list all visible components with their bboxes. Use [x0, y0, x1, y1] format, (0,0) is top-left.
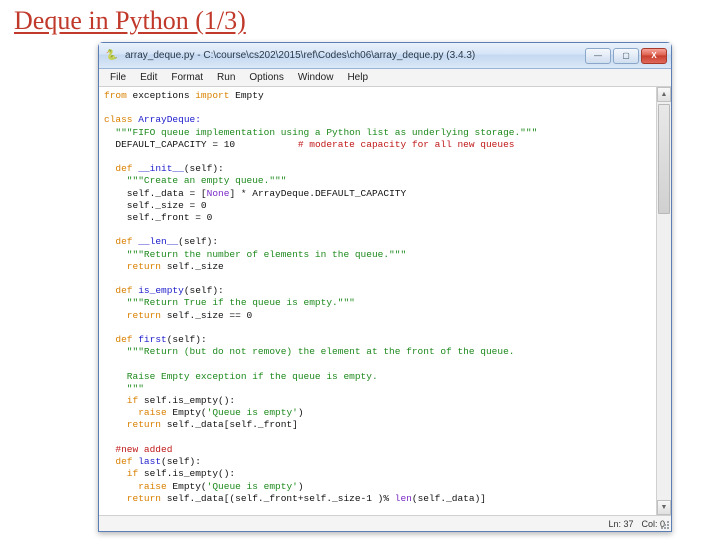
python-idle-icon: 🐍 — [105, 49, 119, 63]
code-token: """Return (but do not remove) the elemen… — [104, 346, 514, 357]
minimize-button[interactable]: — — [585, 48, 611, 64]
code-token: if — [104, 468, 138, 479]
idle-window: 🐍 array_deque.py - C:\course\cs202\2015\… — [98, 42, 672, 532]
menu-bar: File Edit Format Run Options Window Help — [99, 69, 671, 87]
title-bar[interactable]: 🐍 array_deque.py - C:\course\cs202\2015\… — [99, 43, 671, 69]
menu-window[interactable]: Window — [291, 72, 341, 83]
code-token: self._data[(self._front+self._size-1 )% — [161, 493, 395, 504]
code-token: """ — [104, 383, 144, 394]
code-token: self.is_empty(): — [138, 395, 235, 406]
resize-grip-icon[interactable] — [659, 519, 669, 529]
code-token: # moderate capacity for all new queues — [298, 139, 515, 150]
menu-format[interactable]: Format — [164, 72, 210, 83]
code-token: is_empty — [133, 285, 184, 296]
code-token: ) — [298, 407, 304, 418]
code-token: def — [104, 163, 133, 174]
code-token: first — [133, 334, 167, 345]
code-token: (self._data)] — [412, 493, 486, 504]
code-token: ) — [298, 481, 304, 492]
code-text-area[interactable]: from exceptions import Empty class Array… — [99, 87, 656, 515]
code-token: self._data = [ — [104, 188, 207, 199]
code-token: if — [104, 395, 138, 406]
code-token: Empty( — [167, 407, 207, 418]
code-token: """Return the number of elements in the … — [104, 249, 406, 260]
vertical-scrollbar[interactable]: ▲ ▼ — [656, 87, 671, 515]
code-token: __len__ — [133, 236, 179, 247]
code-token: self._size — [161, 261, 224, 272]
slide-title: Deque in Python (1/3) — [0, 0, 720, 36]
code-token: """Return True if the queue is empty.""" — [104, 297, 355, 308]
scroll-up-button[interactable]: ▲ — [657, 87, 671, 102]
code-token: self.is_empty(): — [138, 468, 235, 479]
code-token: self._size = 0 — [104, 200, 207, 211]
close-button[interactable]: X — [641, 48, 667, 64]
code-token: (self): — [184, 285, 224, 296]
maximize-button[interactable]: ▢ — [613, 48, 639, 64]
code-token: raise — [104, 407, 167, 418]
editor-area: from exceptions import Empty class Array… — [99, 87, 671, 515]
code-token: self._front = 0 — [104, 212, 212, 223]
code-token: (self): — [184, 163, 224, 174]
scroll-down-button[interactable]: ▼ — [657, 500, 671, 515]
code-token: 'Queue is empty' — [207, 407, 298, 418]
code-token: ArrayDeque: — [133, 114, 201, 125]
code-token: self._data[self._front] — [161, 419, 298, 430]
code-token: (self): — [167, 334, 207, 345]
code-token: Empty( — [167, 481, 207, 492]
status-line: Ln: 37 — [608, 519, 633, 529]
code-token: import — [195, 90, 229, 101]
status-label: Ln: — [608, 519, 623, 529]
code-token: return — [104, 419, 161, 430]
code-token: def — [104, 236, 133, 247]
scroll-thumb[interactable] — [658, 104, 670, 214]
code-token: def — [104, 456, 133, 467]
code-token: last — [133, 456, 162, 467]
code-token: def — [104, 285, 133, 296]
code-token: (self): — [161, 456, 201, 467]
code-token: return — [104, 261, 161, 272]
code-token: None — [207, 188, 230, 199]
code-token: Empty — [229, 90, 263, 101]
menu-run[interactable]: Run — [210, 72, 242, 83]
code-token: """FIFO queue implementation using a Pyt… — [104, 127, 537, 138]
code-token: self._size == 0 — [161, 310, 252, 321]
code-token: return — [104, 493, 161, 504]
code-token: exceptions — [127, 90, 195, 101]
code-token: from — [104, 90, 127, 101]
code-token: return — [104, 310, 161, 321]
window-controls: — ▢ X — [585, 48, 667, 64]
code-token: 'Queue is empty' — [207, 481, 298, 492]
code-token: """Create an empty queue.""" — [104, 175, 286, 186]
code-token: len — [395, 493, 412, 504]
menu-edit[interactable]: Edit — [133, 72, 164, 83]
status-label: Col: — [641, 519, 660, 529]
code-token: __init__ — [133, 163, 184, 174]
menu-options[interactable]: Options — [242, 72, 290, 83]
code-token: Raise Empty exception if the queue is em… — [104, 371, 378, 382]
scroll-track[interactable] — [657, 102, 671, 500]
code-token: raise — [104, 481, 167, 492]
code-token: DEFAULT_CAPACITY = 10 — [104, 139, 298, 150]
code-token: #new added — [104, 444, 172, 455]
menu-file[interactable]: File — [103, 72, 133, 83]
code-token: class — [104, 114, 133, 125]
status-value: 37 — [623, 519, 633, 529]
status-bar: Ln: 37 Col: 0 — [99, 515, 671, 531]
code-token: (self): — [178, 236, 218, 247]
window-title: array_deque.py - C:\course\cs202\2015\re… — [125, 50, 585, 61]
menu-help[interactable]: Help — [340, 72, 375, 83]
code-token: def — [104, 334, 133, 345]
code-token: ] * ArrayDeque.DEFAULT_CAPACITY — [229, 188, 406, 199]
